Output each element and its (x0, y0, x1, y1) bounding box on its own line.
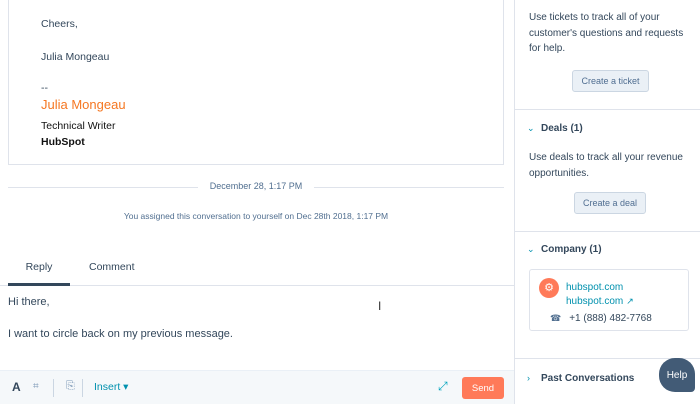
past-conversations-header[interactable]: › Past Conversations (527, 373, 634, 384)
create-deal-button[interactable]: Create a deal (574, 192, 646, 214)
company-header-label: Company (1) (541, 244, 602, 255)
company-name-link[interactable]: hubspot.com (566, 282, 623, 293)
company-phone[interactable]: ☎ +1 (888) 482-7768 (550, 313, 652, 324)
signature-name: Julia Mongeau (41, 97, 126, 112)
email-closing: Cheers, (41, 18, 78, 30)
deals-header-label: Deals (1) (541, 123, 583, 134)
external-link-icon: ↗ (626, 296, 634, 306)
text-format-icon[interactable]: A (12, 380, 21, 394)
snippet-icon[interactable]: ⌗ (33, 381, 39, 392)
past-conversations-label: Past Conversations (541, 373, 635, 384)
chevron-down-icon: ⌄ (527, 244, 535, 254)
company-card: ⚙ hubspot.com hubspot.com ↗ ☎ +1 (888) 482… (529, 269, 689, 331)
attachment-icon[interactable]: ⎘ (66, 380, 75, 393)
phone-icon: ☎ (550, 313, 562, 323)
company-website-link[interactable]: hubspot.com ↗ (566, 296, 634, 307)
reply-editor[interactable]: Hi there, I want to circle back on my pr… (0, 287, 514, 370)
send-button[interactable]: Send (462, 377, 504, 399)
contact-sidebar: Use tickets to track all of your custome… (514, 0, 700, 404)
section-divider (515, 231, 700, 232)
tab-reply[interactable]: Reply (8, 261, 70, 286)
toolbar-separator (53, 379, 54, 397)
section-divider (515, 109, 700, 110)
chevron-right-icon: › (527, 373, 530, 383)
company-phone-number: +1 (888) 482-7768 (569, 313, 652, 324)
tickets-description: Use tickets to track all of your custome… (529, 12, 684, 54)
composer-toolbar: A ⌗ ⎘ Insert ▾ ⤢ Send (0, 370, 514, 404)
text-cursor-icon: I (378, 299, 382, 313)
chevron-down-icon: ⌄ (527, 123, 535, 133)
company-section-header[interactable]: ⌄ Company (1) (527, 244, 602, 255)
company-website-text: hubspot.com (566, 296, 624, 307)
email-dashes: -- (41, 82, 48, 94)
conversation-pane: Cheers, Julia Mongeau -- Julia Mongeau T… (0, 0, 514, 404)
editor-line-2: I want to circle back on my previous mes… (8, 328, 233, 340)
timeline-date: December 28, 1:17 PM (209, 181, 303, 191)
assignment-note: You assigned this conversation to yourse… (123, 211, 389, 221)
deals-description: Use deals to track all your revenue oppo… (529, 152, 683, 179)
expand-icon[interactable]: ⤢ (438, 379, 448, 394)
email-signer: Julia Mongeau (41, 51, 110, 63)
hubspot-logo-icon: ⚙ (539, 278, 559, 298)
divider-line-right (314, 187, 504, 188)
timeline-divider: December 28, 1:17 PM (8, 180, 504, 194)
toolbar-separator (82, 379, 83, 397)
create-ticket-button[interactable]: Create a ticket (572, 70, 649, 92)
tab-comment[interactable]: Comment (89, 261, 135, 286)
editor-line-1: Hi there, (8, 296, 50, 308)
signature-company: HubSpot (41, 136, 85, 148)
email-message: Cheers, Julia Mongeau -- Julia Mongeau T… (8, 0, 504, 165)
deals-section-header[interactable]: ⌄ Deals (1) (527, 123, 583, 134)
composer-tabs: Reply Comment (0, 256, 514, 286)
signature-title: Technical Writer (41, 120, 116, 132)
help-button[interactable]: Help (659, 358, 695, 392)
insert-dropdown[interactable]: Insert ▾ (94, 381, 128, 393)
